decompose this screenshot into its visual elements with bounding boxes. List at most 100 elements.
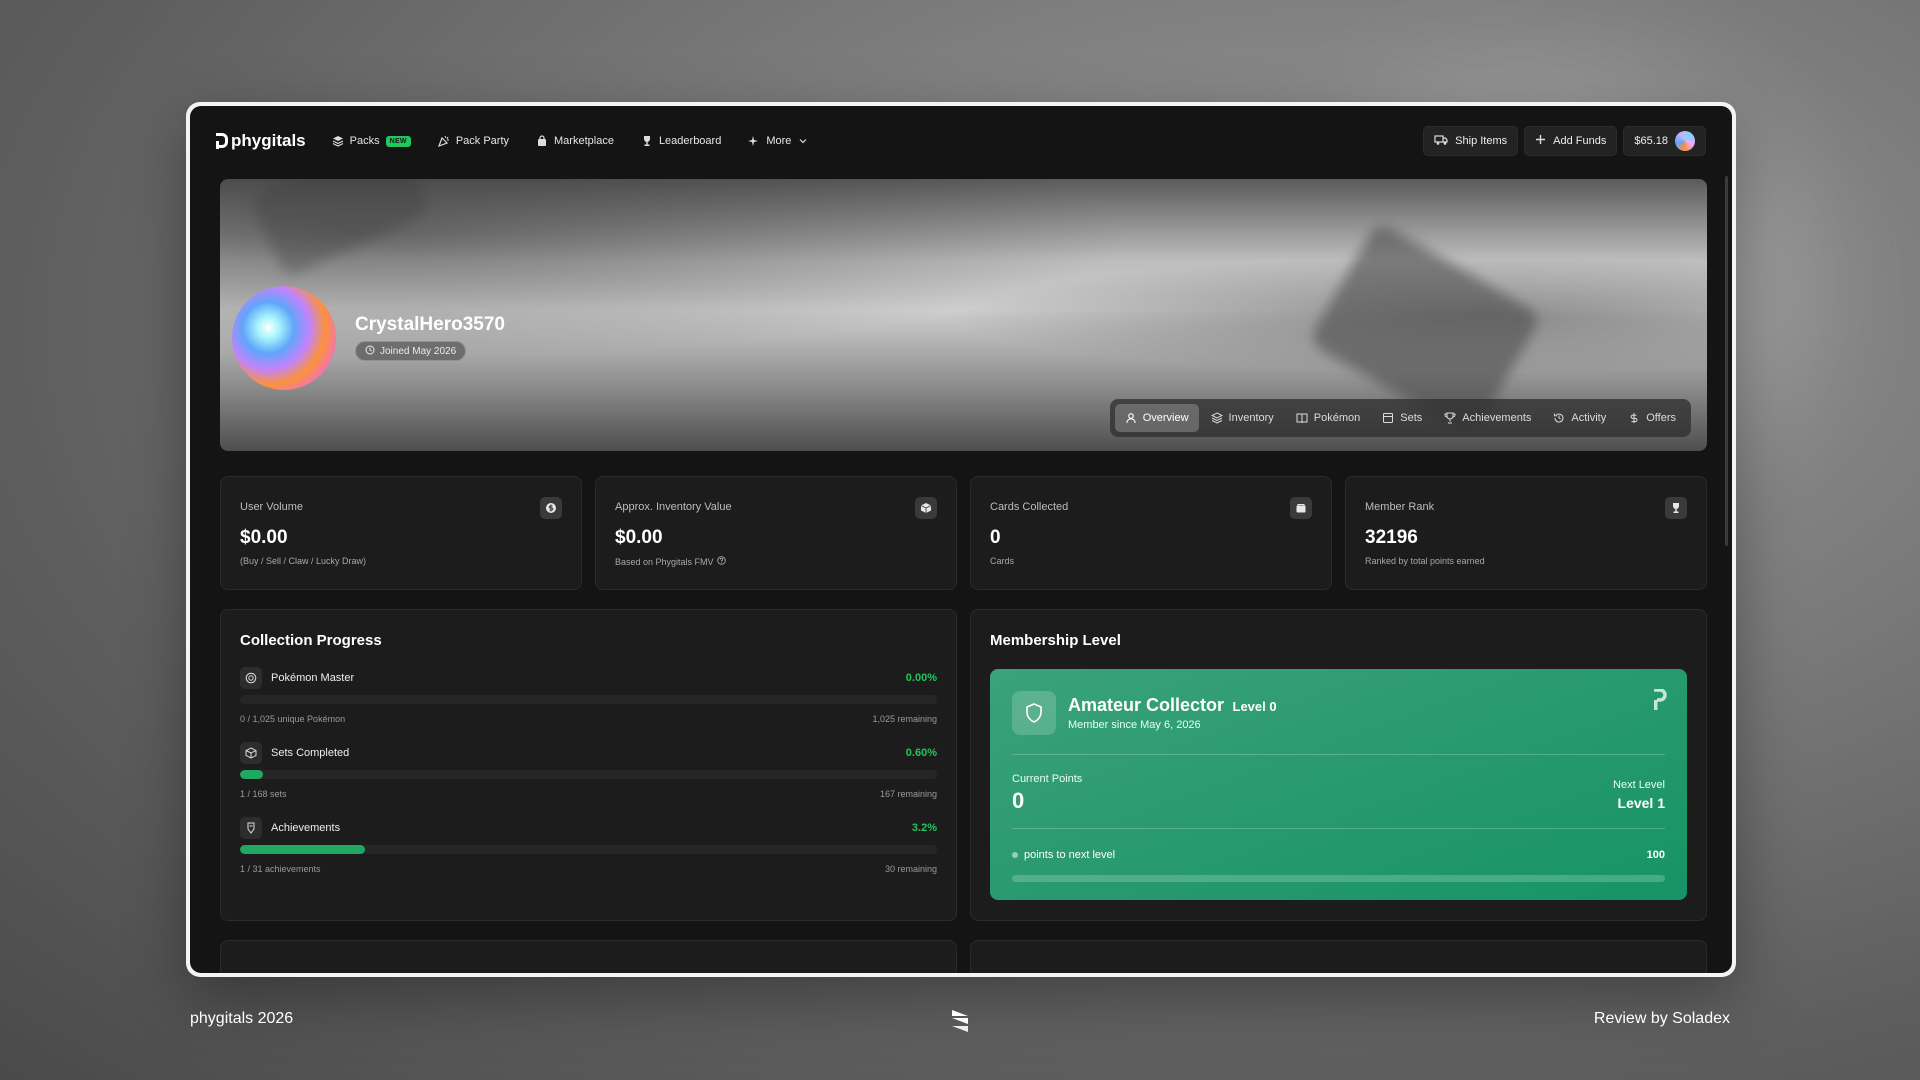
tab-offers[interactable]: Offers [1618,404,1686,432]
nav-item-leaderboard[interactable]: Leaderboard [641,135,721,147]
tab-sets[interactable]: Sets [1372,404,1432,432]
footer-caption: phygitals 2026 [190,1010,294,1027]
progress-head: Sets Completed 0.60% [240,742,937,764]
progress-bar [240,695,937,704]
shield-icon [1012,691,1056,735]
balance-button[interactable]: $65.18 [1623,126,1706,156]
tab-inventory[interactable]: Inventory [1201,404,1284,432]
book-icon [1296,413,1308,424]
progress-item-pokemon-master: Pokémon Master 0.00% 0 / 1,025 unique Po… [240,667,937,724]
ship-items-button[interactable]: Ship Items [1423,126,1519,156]
layers-icon [332,135,344,147]
stat-label: Cards Collected [990,501,1069,513]
lower-panel [220,940,957,973]
nav-item-marketplace[interactable]: Marketplace [536,135,614,147]
lower-panels [220,940,1707,973]
nav-item-more[interactable]: More [748,135,809,147]
nav-item-packs[interactable]: Packs NEW [332,135,411,147]
collection-progress-panel: Collection Progress Pokémon Master 0.00% [220,609,957,921]
progress-item-achievements: Achievements 3.2% 1 / 31 achievements 30… [240,817,937,874]
stat-value: $0.00 [615,527,663,548]
new-badge: NEW [385,135,411,147]
soladex-logo-icon [946,1006,974,1034]
progress-head: Pokémon Master 0.00% [240,667,937,689]
cube-icon [240,742,262,764]
progress-foot: 0 / 1,025 unique Pokémon 1,025 remaining [240,714,937,724]
nav-label: Leaderboard [658,135,722,147]
badge-icon [240,817,262,839]
progress-count: 1 / 31 achievements [240,864,321,874]
points-to-next-value: 100 [1646,849,1665,861]
joined-label: Joined May 2026 [380,345,457,357]
stat-sub: Cards [990,556,1015,566]
tab-activity[interactable]: Activity [1543,404,1616,432]
stat-label: Member Rank [1365,501,1435,513]
progress-name: Achievements [240,817,340,839]
membership-tier: Amateur Collector [1068,695,1225,715]
dollar-icon [540,497,562,519]
tab-pokemon[interactable]: Pokémon [1286,404,1370,432]
progress-foot: 1 / 31 achievements 30 remaining [240,864,937,874]
progress-label: Pokémon Master [271,672,355,684]
profile-tabs: Overview Inventory Pokémon Sets Achievem… [1109,399,1691,437]
target-icon [240,667,262,689]
progress-count: 1 / 168 sets [240,789,287,799]
divider [1012,828,1665,829]
progress-remaining: 1,025 remaining [872,714,937,724]
divider [1012,754,1665,755]
scrollbar[interactable] [1725,176,1728,546]
points-to-next: points to next level 100 [1012,849,1665,861]
dot-icon [1012,852,1018,858]
tab-label: Offers [1646,412,1676,424]
party-icon [437,135,450,147]
stat-card-user-volume: User Volume $0.00 (Buy / Sell / Claw / L… [220,476,582,590]
tab-overview[interactable]: Overview [1114,404,1199,432]
truck-icon [1434,134,1448,149]
stat-sub-row: Based on Phygitals FMV [615,556,937,567]
tab-achievements[interactable]: Achievements [1434,404,1541,432]
nav-label: Pack Party [455,135,510,147]
panel-title: Membership Level [990,632,1121,649]
stat-sub: (Buy / Sell / Claw / Lucky Draw) [240,556,367,566]
stat-value: $0.00 [240,527,288,548]
stat-label: User Volume [240,501,303,513]
member-since: Member since May 6, 2026 [1068,719,1201,731]
folder-icon [1383,413,1394,423]
panel-title: Collection Progress [240,632,382,649]
app-window: phygitals Packs NEW Pack Party Marketpla… [186,102,1736,977]
logo-icon [216,133,228,149]
balance-amount: $65.18 [1634,135,1668,147]
membership-points: Current Points 0 Next Level Level 1 [1012,773,1665,814]
trophy-icon [1665,497,1687,519]
tab-label: Pokémon [1313,412,1361,424]
membership-card: Amateur Collector Level 0 Member since M… [990,669,1687,900]
history-icon [1554,413,1564,423]
profile-banner: CrystalHero3570 Joined May 2026 Overview… [220,179,1707,451]
nav-item-pack-party[interactable]: Pack Party [437,135,510,147]
add-funds-button[interactable]: Add Funds [1524,126,1618,156]
stat-sub: Based on Phygitals FMV [615,556,714,567]
tab-label: Sets [1400,412,1423,424]
plus-icon [1535,134,1546,148]
user-icon [1125,413,1136,424]
progress-bar-fill [240,845,365,854]
nav-actions: Ship Items Add Funds $65.18 [1423,126,1706,156]
membership-header: Amateur Collector Level 0 Member since M… [1012,691,1665,735]
wallet-icon [1290,497,1312,519]
progress-percent: 3.2% [911,822,937,834]
profile-avatar[interactable] [232,286,336,390]
panels-row: Collection Progress Pokémon Master 0.00% [220,609,1707,921]
membership-heading: Amateur Collector Level 0 Member since M… [1068,695,1277,731]
main-content: CrystalHero3570 Joined May 2026 Overview… [220,179,1707,973]
help-icon[interactable] [716,556,726,567]
stat-card-member-rank: Member Rank 32196 Ranked by total points… [1345,476,1707,590]
sparkle-icon [748,135,760,147]
joined-badge: Joined May 2026 [355,341,467,361]
tab-label: Achievements [1462,412,1532,424]
tab-label: Overview [1142,412,1189,424]
trophy-icon [641,135,653,147]
membership-level: Level 0 [1232,699,1277,714]
progress-count: 0 / 1,025 unique Pokémon [240,714,346,724]
logo[interactable]: phygitals [216,131,306,151]
stat-value: 32196 [1365,527,1418,548]
